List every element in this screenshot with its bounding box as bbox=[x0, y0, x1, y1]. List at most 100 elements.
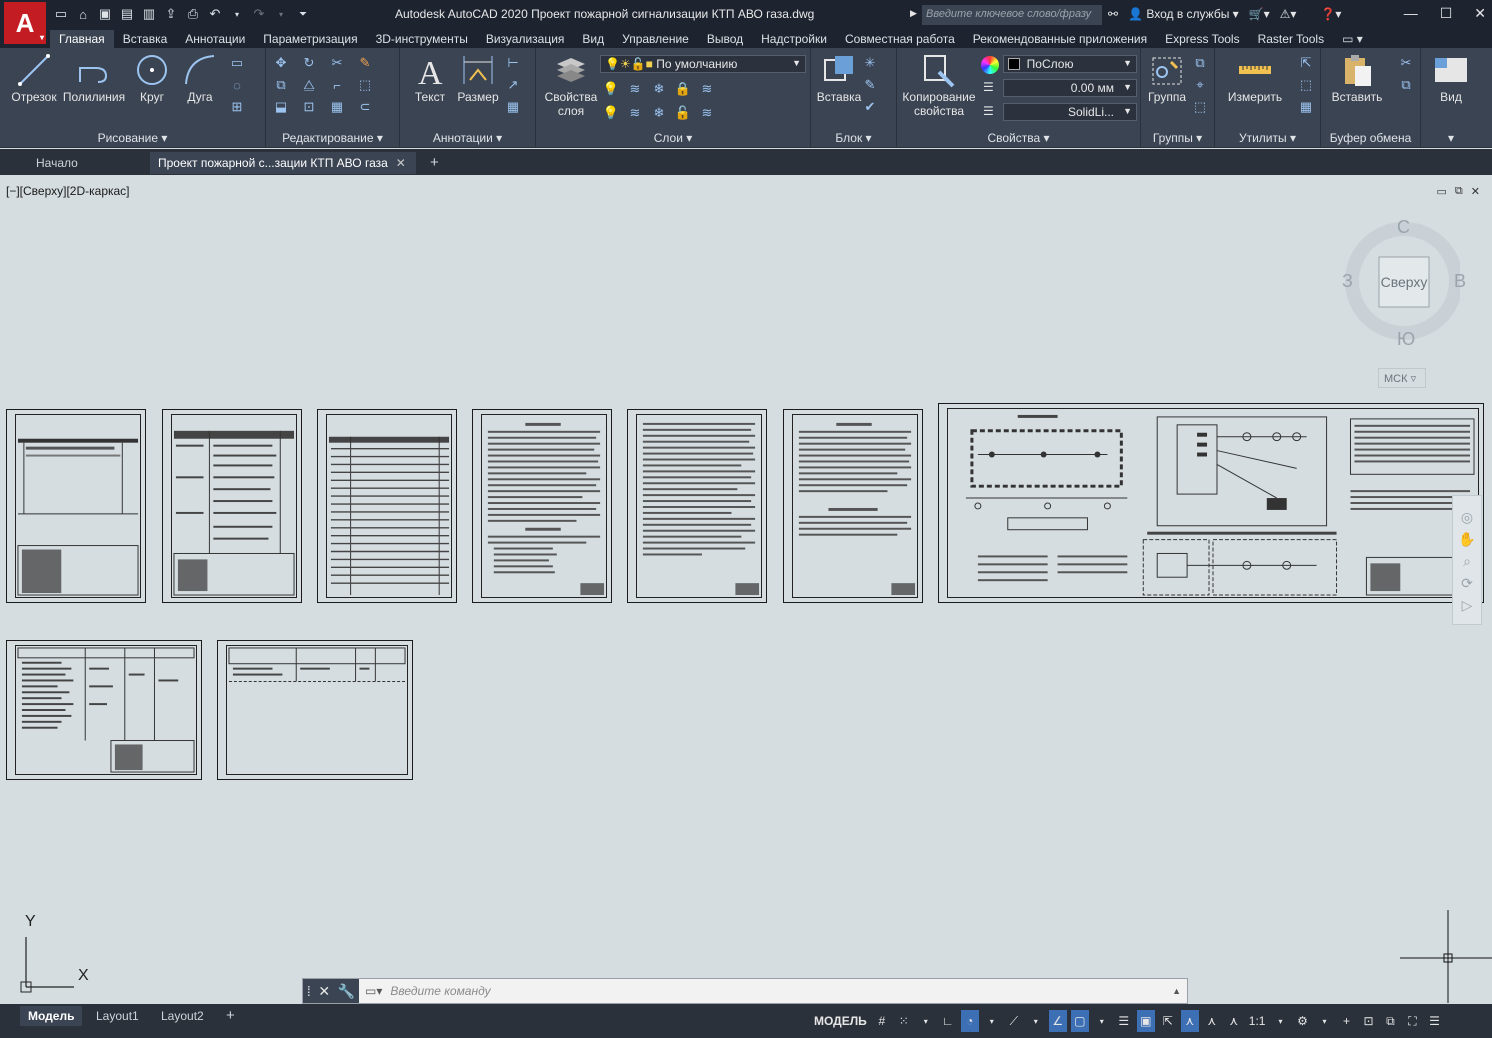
drawing-sheet[interactable] bbox=[472, 409, 612, 603]
isolate-objects-icon[interactable]: ⧉ bbox=[1381, 1010, 1399, 1032]
tab-3d-tools[interactable]: 3D-инструменты bbox=[367, 30, 477, 48]
calculator-icon[interactable]: ▦ bbox=[1297, 98, 1315, 116]
osnap-dropdown-icon[interactable]: ▾ bbox=[1093, 1010, 1111, 1032]
showmotion-icon[interactable]: ▷ bbox=[1453, 594, 1481, 616]
web-mobile-icon[interactable]: ▥ bbox=[140, 5, 158, 23]
compass-east[interactable]: В bbox=[1454, 271, 1466, 292]
workspace-dropdown-icon[interactable]: ▾ bbox=[1315, 1010, 1333, 1032]
layer-properties-button[interactable]: Свойства слоя bbox=[542, 52, 600, 118]
tab-raster-tools[interactable]: Raster Tools bbox=[1249, 30, 1333, 48]
stretch-icon[interactable]: ⬓ bbox=[272, 98, 290, 116]
navigation-bar[interactable]: ◎ ✋ ⌕ ⟳ ▷ bbox=[1452, 495, 1482, 625]
boundary-icon[interactable]: ⊞ bbox=[228, 98, 246, 116]
orbit-icon[interactable]: ⟳ bbox=[1453, 572, 1481, 594]
multileader-icon[interactable]: ↗ bbox=[504, 76, 522, 94]
open-icon[interactable]: ⌂ bbox=[74, 5, 92, 23]
plot-icon[interactable]: ⎙ bbox=[184, 5, 202, 23]
redo-icon[interactable]: ↷ bbox=[250, 5, 268, 23]
undo-dropdown-icon[interactable]: ▾ bbox=[228, 5, 246, 23]
panel-block-label[interactable]: Блок ▾ bbox=[811, 131, 896, 145]
panel-utilities-label[interactable]: Утилиты ▾ bbox=[1215, 131, 1320, 145]
customize-wrench-icon[interactable]: 🔧 bbox=[338, 983, 355, 1000]
compass-south[interactable]: Ю bbox=[1397, 329, 1415, 350]
color-wheel-icon[interactable] bbox=[981, 56, 999, 74]
tab-parametric[interactable]: Параметризация bbox=[254, 30, 366, 48]
zoom-icon[interactable]: ⌕ bbox=[1453, 550, 1481, 572]
drawing-sheet[interactable] bbox=[162, 409, 302, 603]
selection-cycling-icon[interactable]: ⇱ bbox=[1159, 1010, 1177, 1032]
close-icon[interactable]: ✕ bbox=[1474, 5, 1486, 22]
group-edit-icon[interactable]: ⌖ bbox=[1191, 76, 1209, 94]
iso-dropdown-icon[interactable]: ▾ bbox=[1027, 1010, 1045, 1032]
customization-menu-icon[interactable]: ☰ bbox=[1425, 1010, 1443, 1032]
leader-icon[interactable]: ⊢ bbox=[504, 54, 522, 72]
ucs-menu-button[interactable]: МСК ▿ bbox=[1378, 368, 1426, 388]
drawing-sheet-table[interactable] bbox=[6, 640, 202, 780]
panel-groups-label[interactable]: Группы ▾ bbox=[1141, 131, 1214, 145]
array-icon[interactable]: ▦ bbox=[328, 98, 346, 116]
explode-icon[interactable]: ⬚ bbox=[356, 76, 374, 94]
lineweight-display-icon[interactable]: ☰ bbox=[1115, 1010, 1133, 1032]
rectangle-icon[interactable]: ▭ bbox=[228, 54, 246, 72]
customize-qat-icon[interactable]: ⏷ bbox=[294, 5, 312, 23]
annotation-monitor-icon[interactable]: + bbox=[1337, 1010, 1355, 1032]
panel-modify-label[interactable]: Редактирование ▾ bbox=[266, 131, 399, 145]
snap-dropdown-icon[interactable]: ▾ bbox=[917, 1010, 935, 1032]
scale-dropdown-icon[interactable]: ▾ bbox=[1271, 1010, 1289, 1032]
panel-view-label[interactable]: ▾ bbox=[1421, 131, 1481, 145]
tab-collaborate[interactable]: Совместная работа bbox=[836, 30, 964, 48]
drawing-sheet-schematic[interactable] bbox=[938, 403, 1484, 603]
tab-annotate[interactable]: Аннотации bbox=[176, 30, 254, 48]
hatch-icon[interactable]: ◌ bbox=[228, 76, 246, 94]
tab-featured-apps[interactable]: Рекомендованные приложения bbox=[964, 30, 1156, 48]
layer-on-all-icon[interactable]: 💡 bbox=[602, 104, 620, 122]
copy-icon[interactable]: ⧉ bbox=[272, 76, 290, 94]
share-icon[interactable]: ⇪ bbox=[162, 5, 180, 23]
move-icon[interactable]: ✥ bbox=[272, 54, 290, 72]
tab-model[interactable]: Модель bbox=[20, 1006, 83, 1026]
undo-icon[interactable]: ↶ bbox=[206, 5, 224, 23]
group-button[interactable]: Группа bbox=[1141, 52, 1193, 104]
drawing-sheet[interactable] bbox=[6, 409, 146, 603]
line-button[interactable]: Отрезок bbox=[8, 52, 60, 104]
close-command-icon[interactable]: ✕ bbox=[318, 983, 330, 1000]
panel-annotation-label[interactable]: Аннотации ▾ bbox=[400, 131, 535, 145]
object-snap-icon[interactable]: ▢ bbox=[1070, 1010, 1089, 1032]
layer-match-icon[interactable]: ≋ bbox=[698, 104, 716, 122]
layer-dropdown[interactable]: 💡☀🔓■ По умолчанию ▼ bbox=[600, 55, 806, 73]
view-button[interactable]: Вид bbox=[1425, 52, 1477, 104]
select-all-icon[interactable]: ⬚ bbox=[1297, 76, 1315, 94]
add-layout-icon[interactable]: + bbox=[218, 1006, 243, 1026]
autodesk-app-icon[interactable]: ⚠▾ bbox=[1280, 7, 1297, 21]
annotation-scale-icon[interactable]: ⋏ bbox=[1225, 1010, 1243, 1032]
new-tab-plus-icon[interactable]: + bbox=[422, 152, 447, 174]
linetype-dropdown[interactable]: SolidLi... ▼ bbox=[1003, 103, 1137, 121]
quick-select-icon[interactable]: ⇱ bbox=[1297, 54, 1315, 72]
match-properties-button[interactable]: Копирование свойства bbox=[899, 52, 979, 118]
panel-layers-label[interactable]: Слои ▾ bbox=[536, 131, 810, 145]
fillet-icon[interactable]: ⌐ bbox=[328, 76, 346, 94]
signin-button[interactable]: 👤 Вход в службы ▾ bbox=[1128, 7, 1239, 21]
panel-draw-label[interactable]: Рисование ▾ bbox=[0, 131, 265, 145]
compass-north[interactable]: С bbox=[1397, 217, 1410, 238]
clean-screen-icon[interactable]: ⛶ bbox=[1403, 1010, 1421, 1032]
layer-unlock-icon[interactable]: 🔓 bbox=[674, 104, 692, 122]
panel-properties-label[interactable]: Свойства ▾ bbox=[897, 131, 1140, 145]
paste-button[interactable]: Вставить bbox=[1327, 52, 1387, 104]
close-tab-icon[interactable]: ✕ bbox=[396, 156, 406, 170]
table-icon[interactable]: ▦ bbox=[504, 98, 522, 116]
layer-make-current-icon[interactable]: ≋ bbox=[698, 80, 716, 98]
workspace-gear-icon[interactable]: ⚙ bbox=[1293, 1010, 1311, 1032]
ungroup-icon[interactable]: ⧉ bbox=[1191, 54, 1209, 72]
tab-output[interactable]: Вывод bbox=[698, 30, 752, 48]
tab-home[interactable]: Главная bbox=[50, 30, 114, 48]
drawing-sheet[interactable] bbox=[317, 409, 457, 603]
layer-freeze-icon[interactable]: ❄ bbox=[650, 80, 668, 98]
minimize-icon[interactable]: — bbox=[1404, 5, 1418, 22]
layer-off-icon[interactable]: 💡 bbox=[602, 80, 620, 98]
trim-icon[interactable]: ✂ bbox=[328, 54, 346, 72]
redo-dropdown-icon[interactable]: ▾ bbox=[272, 5, 290, 23]
drawing-sheet[interactable] bbox=[783, 409, 923, 603]
mirror-icon[interactable]: ⧋ bbox=[300, 76, 318, 94]
tab-visualize[interactable]: Визуализация bbox=[477, 30, 574, 48]
